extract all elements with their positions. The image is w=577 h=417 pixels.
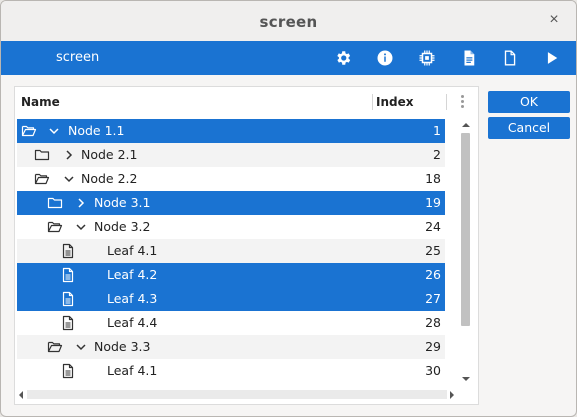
tree-item-label: Node 3.1 — [94, 195, 151, 210]
column-menu-icon[interactable] — [461, 95, 464, 109]
scroll-down-icon[interactable] — [462, 377, 470, 381]
info-icon[interactable] — [375, 48, 395, 68]
tree-node-row[interactable]: Node 1.1 1 — [17, 119, 445, 143]
tree-node-row[interactable]: Node 3.3 29 — [17, 335, 445, 359]
file-icon — [60, 291, 76, 307]
tree-item-index: 1 — [433, 123, 441, 138]
tree-leaf-row[interactable]: Leaf 4.1 30 — [17, 359, 445, 383]
tree-item-label: Node 3.2 — [94, 219, 151, 234]
chip-icon[interactable] — [417, 48, 437, 68]
folder-icon — [34, 147, 50, 163]
vertical-scrollbar[interactable] — [459, 118, 472, 386]
column-header-name[interactable]: Name — [21, 87, 60, 117]
tree-leaf-row[interactable]: Leaf 4.2 26 — [17, 263, 445, 287]
toolbar-title: screen — [56, 50, 100, 65]
tree-item-index: 24 — [425, 219, 441, 234]
tree-leaf-row[interactable]: Leaf 4.4 28 — [17, 311, 445, 335]
tree-item-label: Node 1.1 — [68, 123, 125, 138]
file-icon — [60, 315, 76, 331]
dialog-window: screen × screen Name Index Node 1.1 1 No… — [0, 0, 577, 417]
tree-item-index: 18 — [425, 171, 441, 186]
tree-item-label: Leaf 4.4 — [107, 315, 158, 330]
column-separator — [372, 94, 373, 110]
tree-item-label: Node 3.3 — [94, 339, 151, 354]
tree-item-index: 26 — [425, 267, 441, 282]
folder-open-icon — [34, 171, 50, 187]
play-icon[interactable] — [542, 48, 562, 68]
chevron-right-icon[interactable] — [75, 195, 87, 211]
tree-item-index: 28 — [425, 315, 441, 330]
scroll-up-icon[interactable] — [462, 123, 470, 127]
horizontal-scroll-track[interactable] — [27, 390, 447, 399]
chevron-down-icon[interactable] — [75, 219, 87, 235]
title-bar: screen × — [1, 1, 576, 41]
tree-node-row[interactable]: Node 2.1 2 — [17, 143, 445, 167]
tree-node-row[interactable]: Node 2.2 18 — [17, 167, 445, 191]
folder-open-icon — [47, 339, 63, 355]
folder-open-icon — [47, 219, 63, 235]
tree-view[interactable]: Name Index Node 1.1 1 Node 2.1 2 Node 2.2 18 N… — [14, 86, 479, 405]
vertical-scroll-thumb[interactable] — [461, 133, 470, 326]
scroll-right-icon[interactable] — [450, 391, 454, 399]
tree-item-index: 30 — [425, 363, 441, 378]
chevron-right-icon[interactable] — [63, 147, 75, 163]
tree-item-index: 2 — [433, 147, 441, 162]
tree-item-index: 29 — [425, 339, 441, 354]
tree-header: Name Index — [15, 87, 478, 117]
tree-item-label: Leaf 4.2 — [107, 267, 158, 282]
tree-node-row[interactable]: Node 3.1 19 — [17, 191, 445, 215]
scroll-left-icon[interactable] — [19, 391, 23, 399]
folder-open-icon — [21, 123, 37, 139]
file-icon — [60, 363, 76, 379]
folder-icon — [47, 195, 63, 211]
chevron-down-icon[interactable] — [63, 171, 75, 187]
column-header-index[interactable]: Index — [376, 87, 413, 117]
cancel-button[interactable]: Cancel — [488, 117, 570, 139]
gear-icon[interactable] — [333, 48, 353, 68]
tree-item-label: Leaf 4.1 — [107, 243, 158, 258]
toolbar: screen — [1, 41, 576, 75]
window-title: screen — [259, 13, 318, 31]
tree-node-row[interactable]: Node 3.2 24 — [17, 215, 445, 239]
document-text-icon[interactable] — [459, 48, 479, 68]
tree-leaf-row[interactable]: Leaf 4.1 25 — [17, 239, 445, 263]
file-icon — [60, 243, 76, 259]
column-separator — [446, 94, 447, 110]
ok-button[interactable]: OK — [488, 91, 570, 113]
tree-item-label: Node 2.1 — [81, 147, 138, 162]
tree-leaf-row[interactable]: Leaf 4.3 27 — [17, 287, 445, 311]
document-blank-icon[interactable] — [500, 48, 520, 68]
chevron-down-icon[interactable] — [48, 123, 60, 139]
close-icon[interactable]: × — [546, 12, 562, 28]
horizontal-scrollbar[interactable] — [15, 386, 459, 402]
tree-item-index: 19 — [425, 195, 441, 210]
tree-item-index: 25 — [425, 243, 441, 258]
tree-item-label: Leaf 4.1 — [107, 363, 158, 378]
tree-item-label: Leaf 4.3 — [107, 291, 158, 306]
tree-item-label: Node 2.2 — [81, 171, 138, 186]
chevron-down-icon[interactable] — [75, 339, 87, 355]
tree-item-index: 27 — [425, 291, 441, 306]
file-icon — [60, 267, 76, 283]
